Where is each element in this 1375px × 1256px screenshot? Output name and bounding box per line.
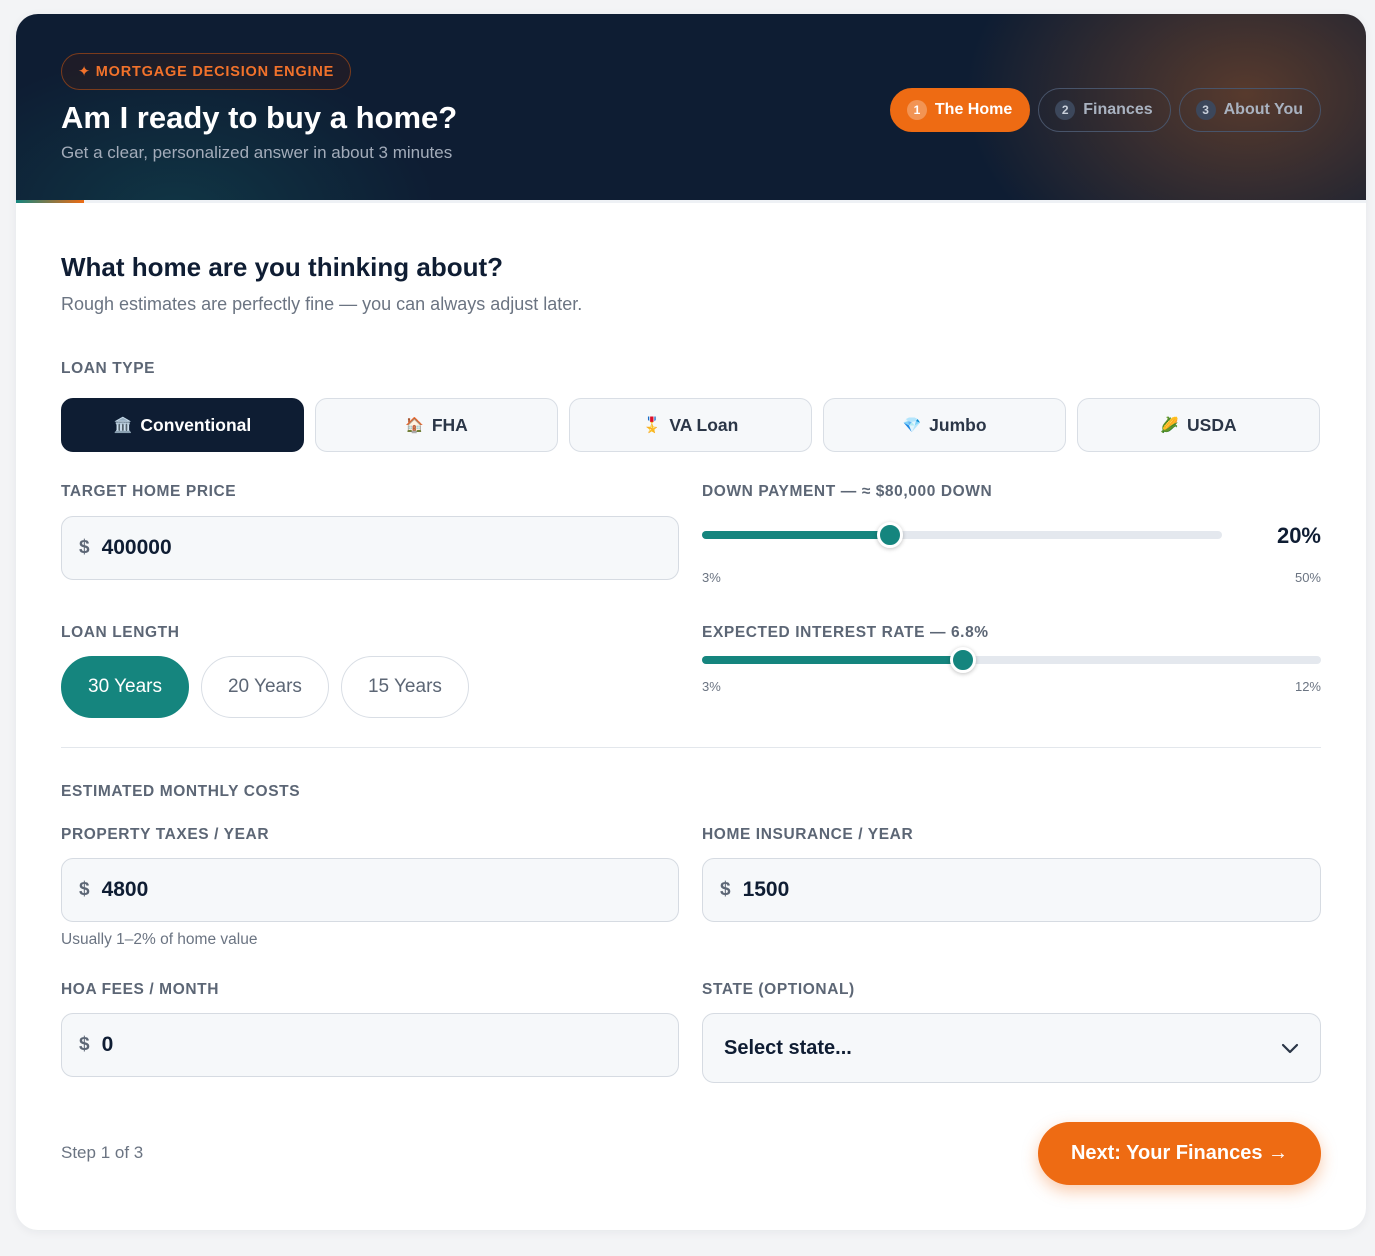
wizard-progress-fill [16, 200, 84, 203]
state-select[interactable]: Select state... [702, 1013, 1321, 1083]
monthly-costs-label: ESTIMATED MONTHLY COSTS [61, 783, 301, 800]
step-number: 3 [1195, 100, 1216, 120]
next-button[interactable]: Next: Your Finances → [1038, 1122, 1321, 1185]
down-payment-slider-fill [702, 531, 891, 539]
loan-length-20[interactable]: 20 Years [200, 656, 329, 718]
hoa-fees-value: 0 [101, 1033, 114, 1056]
loan-length-30[interactable]: 30 Years [61, 656, 189, 718]
loan-type-label: USDA [1187, 414, 1237, 435]
step-the-home[interactable]: 1 The Home [889, 88, 1031, 132]
page-title: Am I ready to buy a home? [61, 100, 458, 135]
home-insurance-value: 1500 [742, 878, 790, 901]
down-payment-value: 20% [1276, 523, 1321, 548]
wizard-progress-bar [16, 200, 1366, 203]
home-insurance-label: HOME INSURANCE / YEAR [702, 826, 914, 843]
medal-icon: 🎖️ [642, 417, 662, 434]
loan-type-va[interactable]: 🎖️ VA Loan [569, 398, 812, 452]
house-icon: 🏠 [405, 417, 424, 434]
down-payment-min-label: 3% [702, 570, 721, 585]
down-payment-slider-thumb[interactable] [877, 522, 904, 548]
loan-type-label: FHA [431, 414, 468, 435]
interest-rate-slider[interactable] [702, 647, 1321, 673]
property-taxes-label: PROPERTY TAXES / YEAR [61, 826, 270, 843]
home-price-label: TARGET HOME PRICE [61, 483, 237, 500]
property-taxes-input[interactable]: $ 4800 [61, 858, 679, 922]
loan-type-group: 🏛️ Conventional 🏠 FHA 🎖️ VA Loan 💎 Jumbo… [61, 398, 1320, 452]
home-price-value: 400000 [101, 536, 172, 559]
dollar-icon: $ [79, 1034, 90, 1055]
bank-icon: 🏛️ [113, 417, 133, 434]
dollar-icon: $ [720, 879, 731, 900]
interest-rate-slider-fill [702, 656, 964, 664]
section-divider [61, 747, 1321, 748]
step-number: 1 [906, 100, 927, 120]
loan-type-fha[interactable]: 🏠 FHA [315, 398, 558, 452]
step-counter: Step 1 of 3 [61, 1143, 144, 1162]
property-taxes-value: 4800 [101, 878, 149, 901]
section-subtitle: Rough estimates are perfectly fine — you… [61, 294, 583, 314]
gem-icon: 💎 [902, 417, 922, 434]
home-price-input[interactable]: $ 400000 [61, 516, 679, 580]
loan-type-usda[interactable]: 🌽 USDA [1077, 398, 1320, 452]
loan-length-group: 30 Years 20 Years 15 Years [61, 656, 469, 718]
state-label: STATE (OPTIONAL) [702, 981, 855, 998]
down-payment-slider[interactable] [702, 522, 1222, 548]
down-payment-max-label: 50% [1294, 570, 1321, 585]
step-label: Finances [1083, 101, 1153, 118]
state-select-value: Select state... [724, 1036, 852, 1059]
step-about-you[interactable]: 3 About You [1178, 88, 1321, 132]
step-label: About You [1223, 101, 1303, 118]
corn-icon: 🌽 [1160, 417, 1180, 434]
interest-rate-max-label: 12% [1294, 679, 1321, 694]
interest-rate-label: EXPECTED INTEREST RATE — 6.8% [702, 624, 989, 641]
wizard-card: ✦ MORTGAGE DECISION ENGINE Am I ready to… [16, 14, 1366, 1230]
header: ✦ MORTGAGE DECISION ENGINE Am I ready to… [16, 14, 1366, 200]
hoa-fees-label: HOA FEES / MONTH [61, 981, 220, 998]
engine-badge: ✦ MORTGAGE DECISION ENGINE [61, 53, 352, 90]
dollar-icon: $ [79, 537, 90, 558]
step-indicator: 1 The Home 2 Finances 3 About You [889, 88, 1321, 132]
loan-type-label: Conventional [140, 414, 252, 435]
loan-type-label: VA Loan [669, 414, 739, 435]
interest-rate-min-label: 3% [702, 679, 721, 694]
chevron-down-icon [1281, 1043, 1299, 1054]
step-number: 2 [1055, 100, 1076, 120]
loan-type-label: LOAN TYPE [61, 360, 156, 377]
section-title: What home are you thinking about? [61, 252, 503, 282]
loan-type-label: Jumbo [929, 414, 987, 435]
down-payment-label: DOWN PAYMENT — ≈ $80,000 DOWN [702, 483, 993, 500]
interest-rate-slider-thumb[interactable] [950, 647, 977, 673]
loan-type-conventional[interactable]: 🏛️ Conventional [61, 398, 304, 452]
home-insurance-input[interactable]: $ 1500 [702, 858, 1321, 922]
step-finances[interactable]: 2 Finances [1038, 88, 1171, 132]
dollar-icon: $ [79, 879, 90, 900]
badge-label: ✦ MORTGAGE DECISION ENGINE [78, 63, 335, 80]
loan-type-jumbo[interactable]: 💎 Jumbo [823, 398, 1066, 452]
step-label: The Home [934, 101, 1013, 118]
loan-length-15[interactable]: 15 Years [340, 656, 469, 718]
loan-length-label: LOAN LENGTH [61, 624, 180, 641]
page-subtitle: Get a clear, personalized answer in abou… [61, 143, 453, 162]
hoa-fees-input[interactable]: $ 0 [61, 1013, 679, 1077]
property-taxes-hint: Usually 1–2% of home value [61, 931, 258, 948]
